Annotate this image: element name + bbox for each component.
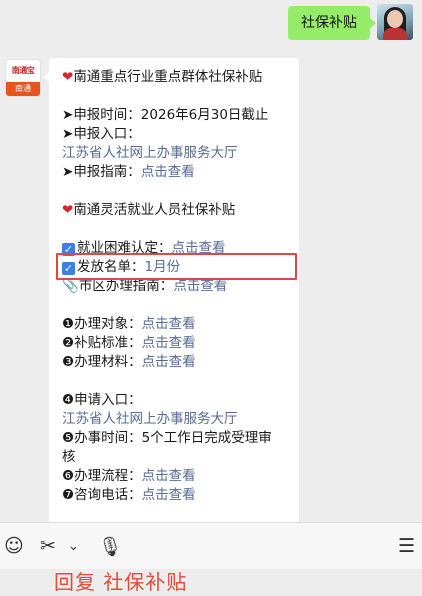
bot-avatar-tag: 南通 [6, 82, 40, 96]
service-hall-link[interactable]: 江苏省人社网上办事服务大厅 [62, 411, 238, 427]
arrow-icon: ➤ [62, 164, 74, 180]
view-link[interactable]: 点击查看 [142, 487, 196, 503]
message-line: ❸办理材料：点击查看 [62, 353, 299, 372]
highlight-annotation-box [56, 253, 297, 280]
view-link[interactable]: 点击查看 [142, 335, 196, 351]
line-text: 办事时间：5个工作日完成受理审 [74, 430, 272, 446]
menu-icon[interactable]: ☰ [398, 535, 415, 557]
message-line: ❻办理流程：点击查看 [62, 467, 299, 486]
line-text: 办理对象： [74, 316, 142, 332]
number-5-icon: ❺ [62, 430, 75, 446]
chat-input-toolbar: ☺ ✂ ⌄ 🎙 ☰ [0, 522, 422, 569]
heart-icon: ❤ [62, 202, 74, 218]
message-line: ❼咨询电话：点击查看 [62, 486, 299, 505]
line-text: 市区办理指南： [78, 278, 174, 294]
message-line: ❶办理对象：点击查看 [62, 315, 299, 334]
message-line: ➤申报指南：点击查看 [62, 163, 299, 182]
user-message-bubble[interactable]: 社保补贴 [288, 6, 376, 40]
paperclip-icon: 📎 [62, 278, 79, 294]
line-text: 申报入口： [73, 126, 141, 142]
view-link[interactable]: 点击查看 [141, 164, 195, 180]
line-text: 申请入口： [74, 392, 142, 408]
arrow-icon: ➤ [62, 107, 74, 123]
view-link[interactable]: 点击查看 [173, 278, 227, 294]
line-text: 补贴标准： [74, 335, 142, 351]
line-text: 咨询电话： [74, 487, 142, 503]
number-1-icon: ❶ [62, 316, 75, 332]
view-link[interactable]: 点击查看 [142, 468, 196, 484]
line-text: 办理材料： [74, 354, 142, 370]
reply-caption: 回复 社保补贴 [54, 570, 188, 594]
heart-icon: ❤ [62, 69, 74, 85]
message-line: ❤南通灵活就业人员社保补贴 [62, 201, 299, 220]
message-line: ❷补贴标准：点击查看 [62, 334, 299, 353]
message-line: ➤申报入口： [62, 125, 299, 144]
message-line: ❺办事时间：5个工作日完成受理审 [62, 429, 299, 448]
view-link[interactable]: 点击查看 [142, 316, 196, 332]
line-text: 办理流程： [74, 468, 142, 484]
scissors-icon[interactable]: ✂ [40, 535, 56, 557]
number-2-icon: ❷ [62, 335, 75, 351]
bot-avatar-logo: 南通宝 [11, 66, 35, 75]
line-text: 申报时间：2026年6月30日截止 [73, 107, 269, 123]
message-line: 江苏省人社网上办事服务大厅 [62, 410, 299, 429]
message-line: ❹申请入口： [62, 391, 299, 410]
avatar-face [387, 10, 403, 28]
line-text: 南通重点行业重点群体社保补贴 [73, 69, 263, 85]
emoji-icon[interactable]: ☺ [4, 535, 24, 557]
line-text: 核 [62, 449, 76, 465]
microphone-icon[interactable]: 🎙 [98, 535, 122, 558]
message-line: 江苏省人社网上办事服务大厅 [62, 144, 299, 163]
number-3-icon: ❸ [62, 354, 75, 370]
number-7-icon: ❼ [62, 487, 75, 503]
message-line: ➤申报时间：2026年6月30日截止 [62, 106, 299, 125]
line-text: 南通灵活就业人员社保补贴 [73, 202, 236, 218]
service-hall-link[interactable]: 江苏省人社网上办事服务大厅 [62, 145, 238, 161]
bot-avatar[interactable]: 南通宝 南通 [6, 60, 40, 96]
message-line: 核 [62, 448, 299, 467]
line-text: 申报指南： [73, 164, 141, 180]
avatar-body [383, 28, 407, 40]
arrow-icon: ➤ [62, 126, 74, 142]
number-4-icon: ❹ [62, 392, 75, 408]
message-line: ❤南通重点行业重点群体社保补贴 [62, 68, 299, 87]
bot-message-bubble: ❤南通重点行业重点群体社保补贴 ➤申报时间：2026年6月30日截止 ➤申报入口：江… [43, 58, 299, 528]
number-6-icon: ❻ [62, 468, 75, 484]
view-link[interactable]: 点击查看 [142, 354, 196, 370]
chevron-down-icon[interactable]: ⌄ [68, 539, 79, 554]
my-avatar[interactable] [377, 4, 413, 40]
